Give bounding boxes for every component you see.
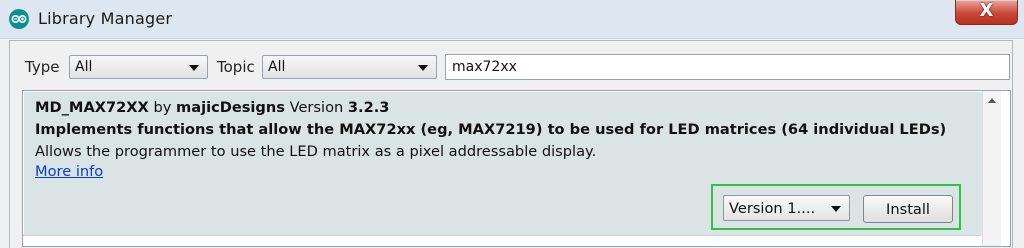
topic-dropdown-value: All bbox=[268, 59, 286, 75]
library-version-label: Version bbox=[289, 99, 344, 116]
window-title: Library Manager bbox=[38, 9, 173, 28]
library-manager-window: Library Manager X Type All Topic All MD_… bbox=[0, 0, 1024, 248]
chevron-down-icon bbox=[418, 65, 428, 71]
row-divider bbox=[23, 235, 981, 236]
scroll-up-button[interactable] bbox=[983, 91, 1001, 109]
title-bar: Library Manager X bbox=[0, 0, 1024, 39]
topic-dropdown[interactable]: All bbox=[262, 55, 437, 79]
vertical-scrollbar[interactable] bbox=[982, 91, 1001, 246]
search-input[interactable] bbox=[446, 55, 1009, 79]
more-info-link[interactable]: More info bbox=[35, 163, 103, 180]
type-label: Type bbox=[25, 58, 60, 76]
chevron-up-icon bbox=[988, 98, 996, 103]
close-icon: X bbox=[979, 0, 994, 21]
type-dropdown-value: All bbox=[75, 59, 93, 75]
close-button[interactable]: X bbox=[955, 0, 1018, 25]
library-author: majicDesigns bbox=[176, 99, 285, 116]
chevron-down-icon bbox=[831, 206, 841, 212]
library-description: Allows the programmer to use the LED mat… bbox=[35, 143, 597, 160]
search-field[interactable] bbox=[445, 54, 1010, 80]
library-version: 3.2.3 bbox=[347, 99, 390, 116]
install-button[interactable]: Install bbox=[863, 195, 953, 223]
version-dropdown-value: Version 1.... bbox=[729, 200, 816, 217]
arduino-logo-icon bbox=[9, 9, 29, 29]
library-summary: Implements functions that allow the MAX7… bbox=[35, 121, 947, 138]
chevron-down-icon bbox=[189, 65, 199, 71]
library-header: MD_MAX72XX by majicDesigns Version 3.2.3 bbox=[35, 99, 389, 116]
type-dropdown[interactable]: All bbox=[69, 55, 208, 79]
topic-label: Topic bbox=[217, 58, 255, 76]
library-by: by bbox=[153, 99, 172, 116]
version-dropdown[interactable]: Version 1.... bbox=[723, 195, 850, 221]
library-name: MD_MAX72XX bbox=[35, 99, 149, 116]
